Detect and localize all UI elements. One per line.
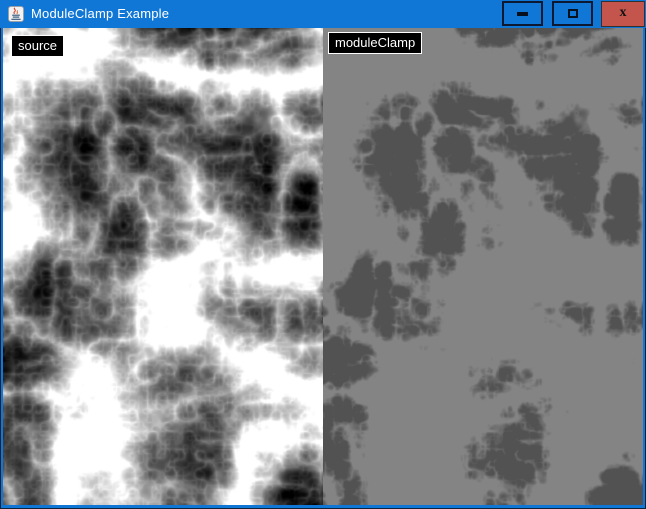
minimize-button[interactable] — [502, 1, 543, 26]
close-icon: x — [620, 6, 627, 20]
moduleclamp-noise-image — [323, 28, 643, 505]
source-noise-image — [3, 28, 323, 505]
moduleclamp-panel: moduleClamp — [323, 28, 643, 505]
window-title: ModuleClamp Example — [31, 0, 169, 28]
app-window: ModuleClamp Example x source moduleClamp — [0, 0, 646, 509]
moduleclamp-label: moduleClamp — [328, 32, 422, 54]
close-button[interactable]: x — [601, 1, 645, 27]
titlebar[interactable]: ModuleClamp Example x — [0, 0, 646, 28]
render-area: source moduleClamp — [3, 28, 643, 505]
minimize-icon — [517, 12, 528, 16]
source-label: source — [11, 35, 64, 57]
java-coffee-cup-icon — [8, 6, 24, 22]
maximize-button[interactable] — [552, 1, 593, 26]
source-panel: source — [3, 28, 323, 505]
maximize-icon — [568, 9, 578, 18]
